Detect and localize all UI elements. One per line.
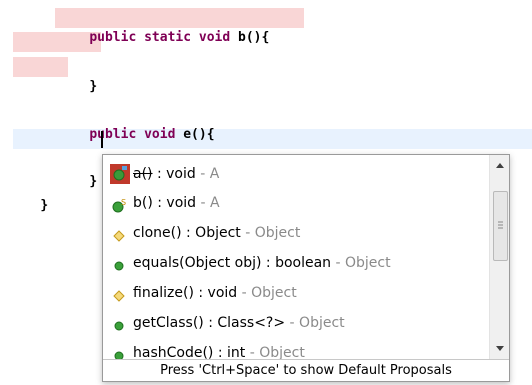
code-line-method-b: public static void b(){ <box>58 8 269 45</box>
proposal-list[interactable]: a() : void - A S b() : void - A clone() … <box>103 155 489 359</box>
scroll-thumb[interactable] <box>493 191 508 261</box>
proposal-name: clone() <box>133 225 182 241</box>
proposal-name: finalize() <box>133 285 194 301</box>
code-line-close-class: } <box>9 176 48 213</box>
scroll-down-button[interactable] <box>490 339 509 357</box>
proposal-type: : Object <box>181 225 241 241</box>
closing-brace: } <box>89 79 98 94</box>
public-method-icon <box>111 315 127 331</box>
proposal-name: equals(Object obj) <box>133 255 262 271</box>
proposal-name: hashCode() <box>133 345 214 359</box>
proposal-item[interactable]: clone() : Object - Object <box>103 218 489 248</box>
method-deprecated-icon <box>110 164 130 184</box>
proposal-type: : void <box>152 195 197 211</box>
proposal-item[interactable]: S b() : void - A <box>103 188 489 218</box>
svg-text:S: S <box>121 198 126 207</box>
grip-icon <box>498 221 503 229</box>
public-method-icon <box>111 255 127 271</box>
closing-brace: } <box>89 174 98 189</box>
proposal-owner: - Object <box>237 285 297 301</box>
proposal-name: getClass() <box>133 315 204 331</box>
proposal-item[interactable]: equals(Object obj) : boolean - Object <box>103 248 489 278</box>
proposal-owner: - A <box>196 195 220 211</box>
proposal-type: : void <box>152 166 196 182</box>
chevron-down-icon <box>496 346 504 351</box>
proposal-owner: - Object <box>285 315 345 331</box>
proposal-owner: - Object <box>331 255 391 271</box>
chevron-up-icon <box>496 163 504 168</box>
proposal-type: : boolean <box>261 255 332 271</box>
scroll-up-button[interactable] <box>490 157 509 175</box>
proposal-owner: - A <box>195 166 220 182</box>
proposal-type: : int <box>213 345 246 359</box>
proposal-item[interactable]: hashCode() : int - Object <box>103 338 489 359</box>
closing-brace: } <box>40 198 49 213</box>
status-hint: Press 'Ctrl+Space' to show Default Propo… <box>103 359 509 381</box>
method-signature-text: b(){ <box>230 30 270 45</box>
code-line-method-e: public void e(){ <box>58 105 214 142</box>
protected-method-icon <box>111 285 127 302</box>
keyword-text: public static void <box>89 30 231 45</box>
proposal-owner: - Object <box>245 345 305 359</box>
text-cursor <box>101 131 103 148</box>
proposal-item[interactable]: finalize() : void - Object <box>103 278 489 308</box>
static-method-icon: S <box>111 195 127 213</box>
proposal-item[interactable]: a() : void - A <box>103 159 489 189</box>
protected-method-icon <box>111 225 127 242</box>
code-line-close-b: } <box>58 57 97 94</box>
public-method-icon <box>111 345 127 359</box>
proposal-owner: - Object <box>240 225 301 241</box>
proposal-item[interactable]: getClass() : Class<?> - Object <box>103 308 489 338</box>
vertical-scrollbar[interactable] <box>489 155 509 359</box>
proposal-type: : void <box>193 285 238 301</box>
code-line-close-e: } <box>58 152 97 189</box>
method-signature-text: e(){ <box>175 127 215 142</box>
proposal-name: a() <box>133 166 153 182</box>
proposal-type: : Class<?> <box>203 315 286 331</box>
content-assist-popup[interactable]: a() : void - A S b() : void - A clone() … <box>102 154 510 382</box>
proposal-name: b() <box>133 195 153 211</box>
